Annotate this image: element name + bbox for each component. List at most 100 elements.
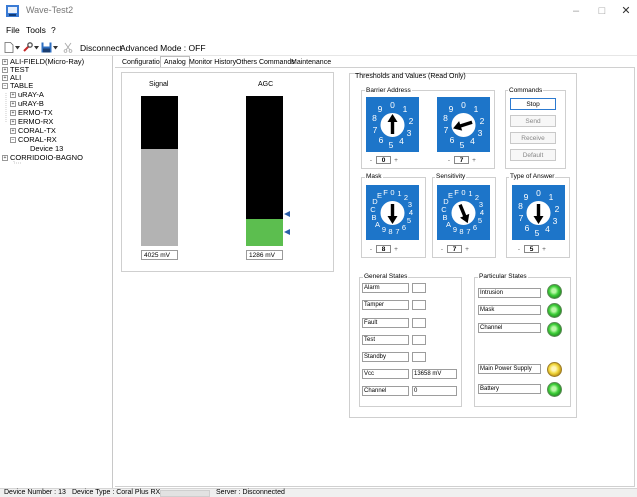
- svg-text:B: B: [442, 213, 447, 222]
- sensitivity-value[interactable]: 7: [447, 245, 462, 253]
- expand-icon[interactable]: +: [10, 92, 16, 99]
- barrier-dial-1[interactable]: 0 1 2 3 4 5 6 7 8 9: [366, 97, 419, 152]
- send-button[interactable]: Send: [510, 115, 556, 127]
- mask-value[interactable]: 8: [376, 245, 391, 253]
- tree-node-ermo-rx[interactable]: + ERMO-RX: [10, 118, 53, 126]
- tree-node-label: CORAL-RX: [18, 135, 57, 144]
- collapse-icon[interactable]: −: [2, 83, 8, 90]
- type-of-answer-value[interactable]: 5: [524, 245, 539, 253]
- barrier-digit-2-value[interactable]: 7: [454, 156, 469, 164]
- tree-node-uray-a[interactable]: + uRAY-A: [10, 91, 44, 99]
- menu-tools[interactable]: Tools: [26, 25, 46, 35]
- standby-label-field: Standby: [362, 352, 409, 362]
- advanced-mode-label[interactable]: Advanced Mode : OFF: [120, 43, 206, 53]
- chevron-down-icon[interactable]: [34, 46, 39, 50]
- standby-value-field: [412, 352, 426, 362]
- svg-text:2: 2: [409, 116, 414, 126]
- chevron-down-icon[interactable]: [15, 46, 20, 50]
- collapse-icon[interactable]: −: [10, 137, 16, 144]
- disconnect-button[interactable]: Disconnect: [80, 43, 122, 53]
- save-icon[interactable]: [41, 42, 52, 53]
- general-states-label: General States: [363, 273, 409, 280]
- decrement-button[interactable]: -: [444, 157, 454, 164]
- receive-button[interactable]: Receive: [510, 132, 556, 144]
- default-button[interactable]: Default: [510, 149, 556, 161]
- increment-button[interactable]: +: [462, 246, 472, 253]
- expand-icon[interactable]: +: [2, 67, 8, 74]
- stop-button[interactable]: Stop: [510, 98, 556, 110]
- decrement-button[interactable]: -: [437, 246, 447, 253]
- svg-text:F: F: [383, 188, 388, 197]
- svg-text:7: 7: [373, 125, 378, 135]
- alarm-label-field: Alarm: [362, 283, 409, 293]
- tree-node-ermo-tx[interactable]: + ERMO-TX: [10, 109, 53, 117]
- tree-node-table[interactable]: − TABLE: [2, 82, 33, 90]
- tree-node-corridoio-bagno[interactable]: + CORRIDOIO-BAGNO: [2, 154, 83, 162]
- menu-file[interactable]: File: [6, 25, 20, 35]
- status-progress: [160, 490, 210, 497]
- menu-help[interactable]: ?: [51, 25, 56, 35]
- chevron-down-icon[interactable]: [53, 46, 58, 50]
- mask-dial[interactable]: 0 1 2 3 4 5 6 7 8 9 A B C D E F: [366, 185, 419, 240]
- main-power-supply-label-field: Main Power Supply: [478, 364, 541, 374]
- thresholds-title: Thresholds and Values (Read Only): [355, 73, 466, 80]
- barrier-digit-1-value[interactable]: 0: [376, 156, 391, 164]
- decrement-button[interactable]: -: [366, 157, 376, 164]
- tree-node-label: uRAY-A: [18, 90, 44, 99]
- sensitivity-dial[interactable]: 0 1 2 3 4 5 6 7 8 9 A B C D E F: [437, 185, 490, 240]
- type-of-answer-label: Type of Answer: [509, 173, 556, 180]
- cut-icon[interactable]: [63, 42, 73, 53]
- svg-text:3: 3: [553, 216, 558, 226]
- window-title: Wave-Test2: [26, 5, 74, 15]
- svg-text:5: 5: [407, 216, 411, 225]
- svg-text:6: 6: [450, 135, 455, 145]
- svg-text:7: 7: [466, 227, 470, 236]
- expand-icon[interactable]: +: [10, 101, 16, 108]
- svg-text:0: 0: [536, 188, 541, 198]
- increment-button[interactable]: +: [391, 246, 401, 253]
- new-file-icon[interactable]: [4, 42, 14, 53]
- decrement-button[interactable]: -: [366, 246, 376, 253]
- svg-text:1: 1: [403, 104, 408, 114]
- increment-button[interactable]: +: [469, 157, 479, 164]
- expand-icon[interactable]: +: [2, 75, 8, 82]
- tree-node-coral-tx[interactable]: + CORAL-TX: [10, 127, 56, 135]
- expand-icon[interactable]: +: [10, 110, 16, 117]
- status-bar: Device Number : 13 Device Type : Coral P…: [0, 488, 637, 497]
- agc-value: 1286 mV: [246, 250, 283, 260]
- tree-node-device-13[interactable]: Device 13: [30, 145, 63, 153]
- barrier-dial-2[interactable]: 0 1 2 3 4 5 6 7 8 9: [437, 97, 490, 152]
- channel-value-field: 0: [412, 386, 457, 396]
- rotary-switch-icon: 0 1 2 3 4 5 6 7 8 9: [518, 188, 560, 238]
- tree-node-label: uRAY-B: [18, 99, 44, 108]
- intrusion-label-field: Intrusion: [478, 288, 541, 298]
- tree-node-uray-b[interactable]: + uRAY-B: [10, 100, 44, 108]
- svg-text:5: 5: [535, 228, 540, 238]
- svg-text:4: 4: [399, 136, 404, 146]
- tab-maintenance[interactable]: Maintenance: [287, 56, 335, 67]
- expand-icon[interactable]: +: [10, 119, 16, 126]
- expand-icon[interactable]: +: [10, 128, 16, 135]
- minimize-button[interactable]: –: [568, 3, 584, 19]
- expand-icon[interactable]: +: [2, 59, 8, 66]
- svg-text:E: E: [377, 191, 382, 200]
- svg-text:8: 8: [518, 201, 523, 211]
- close-button[interactable]: ✕: [618, 3, 634, 19]
- sensitivity-label: Sensitivity: [435, 173, 467, 180]
- tamper-label-field: Tamper: [362, 300, 409, 310]
- svg-text:7: 7: [444, 125, 449, 135]
- agc-bar: [246, 96, 283, 246]
- maximize-button[interactable]: □: [594, 3, 610, 19]
- svg-text:5: 5: [460, 140, 465, 150]
- expand-icon[interactable]: +: [2, 155, 8, 162]
- device-tree: + ALI-FIELD(Micro-Ray) + TEST + ALI − TABLE …: [0, 56, 113, 488]
- type-of-answer-spin: - 5 +: [514, 245, 549, 253]
- barrier-address-label: Barrier Address: [365, 87, 412, 94]
- tree-node-coral-rx[interactable]: − CORAL-RX: [10, 136, 57, 144]
- decrement-button[interactable]: -: [514, 246, 524, 253]
- increment-button[interactable]: +: [391, 157, 401, 164]
- svg-text:2: 2: [555, 204, 560, 214]
- wrench-icon[interactable]: [22, 42, 33, 53]
- type-of-answer-dial[interactable]: 0 1 2 3 4 5 6 7 8 9: [512, 185, 565, 240]
- increment-button[interactable]: +: [539, 246, 549, 253]
